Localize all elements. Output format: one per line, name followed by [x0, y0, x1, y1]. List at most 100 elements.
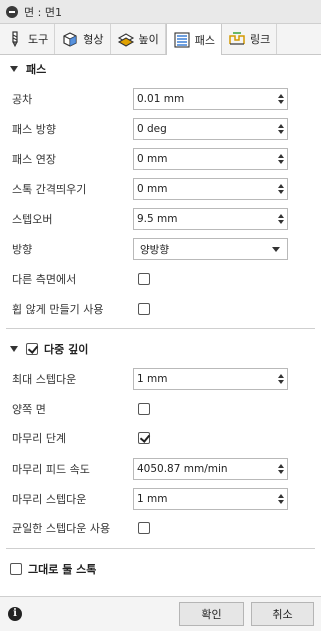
leave-stock-section-header[interactable]: 그대로 둘 스톡 [0, 556, 321, 582]
stepover-field[interactable] [133, 208, 288, 230]
dialog-title: 면 : 면1 [24, 5, 62, 19]
collapse-triangle-icon[interactable] [10, 66, 18, 72]
spinner[interactable] [274, 179, 287, 199]
spin-up-icon[interactable] [277, 214, 284, 218]
tab-passes[interactable]: 패스 [165, 24, 222, 55]
tolerance-field[interactable] [133, 88, 288, 110]
finishing-stepdown-field[interactable] [133, 488, 288, 510]
finishing-stepdown-label: 마무리 스텝다운 [12, 493, 87, 506]
spin-up-icon[interactable] [277, 494, 284, 498]
smoothing-label: 휩 않게 만들기 사용 [12, 303, 104, 316]
pass-direction-field[interactable] [133, 118, 288, 140]
info-icon[interactable]: i [8, 607, 22, 621]
even-stepdowns-label: 균일한 스텝다운 사용 [12, 522, 111, 535]
spinner[interactable] [274, 119, 287, 139]
max-stepdown-label: 최대 스텝다운 [12, 373, 77, 386]
multiple-depths-section-header[interactable]: 다중 깊이 [0, 336, 321, 362]
both-ways-row: 양쪽 면 [0, 395, 321, 423]
spin-down-icon[interactable] [277, 100, 284, 104]
passes-icon [173, 31, 191, 49]
finishing-feedrate-field[interactable] [133, 458, 288, 480]
pass-extension-label: 패스 연장 [12, 153, 56, 166]
finishing-stepdown-input[interactable] [134, 489, 274, 509]
tolerance-row: 공차 [0, 85, 321, 113]
spinner[interactable] [274, 209, 287, 229]
direction-label: 방향 [12, 243, 33, 256]
dialog-title-bar: 면 : 면1 [0, 0, 321, 24]
other-side-checkbox[interactable] [138, 273, 150, 285]
stock-clearance-input[interactable] [134, 179, 274, 199]
stock-clearance-field[interactable] [133, 178, 288, 200]
max-stepdown-field[interactable] [133, 368, 288, 390]
tab-geometry[interactable]: 형상 [55, 24, 111, 54]
spin-down-icon[interactable] [277, 130, 284, 134]
finishing-stepdown-row: 마무리 스텝다운 [0, 485, 321, 513]
spinner[interactable] [274, 369, 287, 389]
stepover-label: 스텝오버 [12, 213, 53, 226]
section-divider [6, 548, 315, 549]
both-ways-label: 양쪽 면 [12, 403, 46, 416]
direction-row: 방향 양방향 [0, 235, 321, 263]
section-title: 그대로 둘 스톡 [28, 563, 97, 576]
stepover-input[interactable] [134, 209, 274, 229]
linking-icon [228, 30, 246, 48]
pass-extension-field[interactable] [133, 148, 288, 170]
even-stepdowns-checkbox[interactable] [138, 522, 150, 534]
spinner[interactable] [274, 459, 287, 479]
tolerance-input[interactable] [134, 89, 274, 109]
tolerance-label: 공차 [12, 93, 33, 106]
pass-direction-input[interactable] [134, 119, 274, 139]
passes-section-header[interactable]: 패스 [0, 56, 321, 82]
tab-linking[interactable]: 링크 [222, 24, 278, 54]
finishing-feedrate-row: 마무리 피드 속도 [0, 455, 321, 483]
smoothing-checkbox[interactable] [138, 303, 150, 315]
both-ways-checkbox[interactable] [138, 403, 150, 415]
spin-up-icon[interactable] [277, 94, 284, 98]
pass-direction-row: 패스 방향 [0, 115, 321, 143]
multiple-depths-checkbox[interactable] [26, 343, 38, 355]
smoothing-row: 휩 않게 만들기 사용 [0, 295, 321, 323]
tab-label: 형상 [83, 33, 104, 46]
collapse-triangle-icon[interactable] [10, 346, 18, 352]
spin-down-icon[interactable] [277, 220, 284, 224]
spin-up-icon[interactable] [277, 374, 284, 378]
leave-stock-checkbox[interactable] [10, 563, 22, 575]
pass-direction-label: 패스 방향 [12, 123, 56, 136]
direction-value: 양방향 [140, 243, 169, 256]
tab-heights[interactable]: 높이 [111, 24, 166, 54]
tool-icon [6, 30, 24, 48]
finishing-feedrate-label: 마무리 피드 속도 [12, 463, 90, 476]
stock-clearance-label: 스톡 간격띄우기 [12, 183, 87, 196]
spin-down-icon[interactable] [277, 190, 284, 194]
max-stepdown-row: 최대 스텝다운 [0, 365, 321, 393]
spin-down-icon[interactable] [277, 160, 284, 164]
section-title: 패스 [26, 63, 47, 76]
spin-up-icon[interactable] [277, 124, 284, 128]
spin-down-icon[interactable] [277, 500, 284, 504]
minus-circle-icon[interactable] [6, 5, 18, 18]
max-stepdown-input[interactable] [134, 369, 274, 389]
pass-extension-row: 패스 연장 [0, 145, 321, 173]
spinner[interactable] [274, 149, 287, 169]
spin-down-icon[interactable] [277, 470, 284, 474]
spinner[interactable] [274, 89, 287, 109]
dialog-footer: i 확인 취소 [0, 596, 321, 631]
tab-tool[interactable]: 도구 [0, 24, 56, 54]
ok-button[interactable]: 확인 [179, 602, 244, 626]
section-title: 다중 깊이 [44, 343, 89, 356]
direction-select[interactable]: 양방향 [133, 238, 288, 260]
finishing-feedrate-input[interactable] [134, 459, 274, 479]
spin-up-icon[interactable] [277, 464, 284, 468]
spinner[interactable] [274, 489, 287, 509]
spin-up-icon[interactable] [277, 184, 284, 188]
stepover-row: 스텝오버 [0, 205, 321, 233]
finishing-step-label: 마무리 단계 [12, 432, 67, 445]
finishing-step-checkbox[interactable] [138, 432, 150, 444]
pass-extension-input[interactable] [134, 149, 274, 169]
tab-label: 패스 [194, 33, 215, 47]
spin-down-icon[interactable] [277, 380, 284, 384]
other-side-row: 다른 측면에서 [0, 265, 321, 293]
spin-up-icon[interactable] [277, 154, 284, 158]
chevron-down-icon[interactable] [272, 247, 280, 252]
cancel-button[interactable]: 취소 [251, 602, 314, 626]
